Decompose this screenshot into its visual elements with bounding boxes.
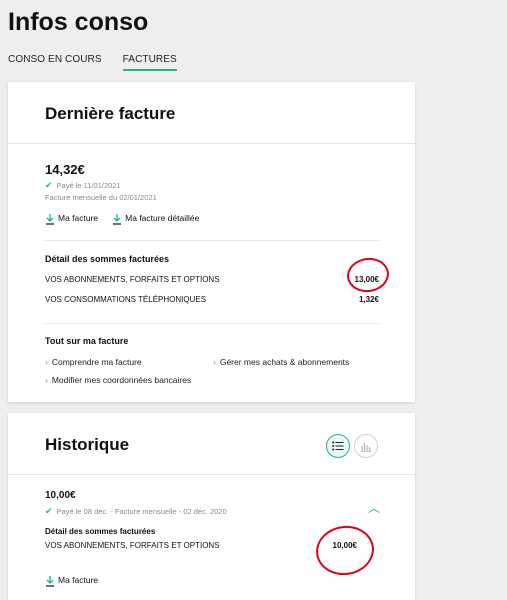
list-view-button[interactable] xyxy=(326,434,350,458)
history-download-invoice-link[interactable]: Ma facture xyxy=(45,575,98,587)
invoice-help-title: Tout sur ma facture xyxy=(45,336,129,346)
download-detailed-invoice-link[interactable]: Ma facture détaillée xyxy=(112,213,199,225)
tab-factures[interactable]: FACTURES xyxy=(122,54,177,71)
history-payment-status: ✔ Payé le 08 déc. - Facture mensuelle - 0… xyxy=(45,506,227,517)
divider xyxy=(45,240,379,241)
row-label: VOS CONSOMMATIONS TÉLÉPHONIQUES xyxy=(45,295,207,304)
row-label: VOS ABONNEMENTS, FORFAITS ET OPTIONS xyxy=(45,541,220,550)
view-toggle xyxy=(326,434,378,458)
download-invoice-link[interactable]: Ma facture xyxy=(45,213,98,225)
chevron-right-icon: › xyxy=(45,357,48,367)
checkmark-icon: ✔ xyxy=(45,506,53,516)
link-label: Comprendre ma facture xyxy=(51,357,142,367)
last-invoice-header: Dernière facture xyxy=(8,82,415,144)
red-annotation-circle xyxy=(344,255,392,295)
history-payment-date: Payé le 08 déc. - Facture mensuelle - 02… xyxy=(56,507,227,516)
divider xyxy=(45,323,379,324)
chevron-up-icon[interactable]: ︿ xyxy=(368,499,380,516)
history-header: Historique xyxy=(8,413,415,475)
last-invoice-card: Dernière facture 14,32€ ✔ Payé le 11/01/2… xyxy=(8,82,415,402)
history-card: Historique 10,00€ ✔ Payé le 08 déc. - Fac… xyxy=(8,413,415,600)
understand-invoice-link[interactable]: › Comprendre ma facture xyxy=(45,357,142,367)
checkmark-icon: ✔ xyxy=(45,180,53,190)
list-icon xyxy=(332,441,344,451)
row-label: VOS ABONNEMENTS, FORFAITS ET OPTIONS xyxy=(45,275,220,284)
history-detail-title: Détail des sommes facturées xyxy=(45,527,156,536)
bar-chart-icon xyxy=(360,442,372,452)
page-title: Infos conso xyxy=(8,8,149,36)
manage-purchases-link[interactable]: › Gérer mes achats & abonnements xyxy=(213,357,349,367)
billed-row-subscriptions: VOS ABONNEMENTS, FORFAITS ET OPTIONS 13,… xyxy=(45,275,379,284)
download-icon xyxy=(112,213,122,225)
download-detailed-invoice-label: Ma facture détaillée xyxy=(125,213,200,223)
history-amount: 10,00€ xyxy=(45,490,76,501)
history-row-subscriptions: VOS ABONNEMENTS, FORFAITS ET OPTIONS 10,… xyxy=(45,541,357,550)
tab-conso-en-cours[interactable]: CONSO EN COURS xyxy=(8,54,102,71)
edit-bank-details-link[interactable]: › Modifier mes coordonnées bancaires xyxy=(45,375,191,385)
download-icon xyxy=(45,575,55,587)
payment-status: ✔ Payé le 11/01/2021 xyxy=(45,180,121,191)
tabs-bar: CONSO EN COURS FACTURES xyxy=(8,54,177,71)
chart-view-button[interactable] xyxy=(354,434,378,458)
download-invoice-label: Ma facture xyxy=(58,213,99,223)
invoice-download-links: Ma facture Ma facture détaillée xyxy=(45,213,199,225)
invoice-amount: 14,32€ xyxy=(45,162,85,177)
link-label: Gérer mes achats & abonnements xyxy=(219,357,350,367)
row-value: 1,32€ xyxy=(358,295,379,304)
last-invoice-title: Dernière facture xyxy=(45,104,176,123)
billed-row-calls: VOS CONSOMMATIONS TÉLÉPHONIQUES 1,32€ xyxy=(45,295,379,304)
download-icon xyxy=(45,213,55,225)
download-invoice-label: Ma facture xyxy=(58,575,99,585)
history-title: Historique xyxy=(45,435,130,454)
chevron-right-icon: › xyxy=(213,357,216,367)
link-label: Modifier mes coordonnées bancaires xyxy=(51,375,192,385)
chevron-right-icon: › xyxy=(45,375,48,385)
payment-date: Payé le 11/01/2021 xyxy=(56,181,121,190)
red-annotation-circle xyxy=(312,522,378,579)
invoice-period: Facture mensuelle du 02/01/2021 xyxy=(45,193,157,202)
billed-detail-title: Détail des sommes facturées xyxy=(45,254,170,264)
